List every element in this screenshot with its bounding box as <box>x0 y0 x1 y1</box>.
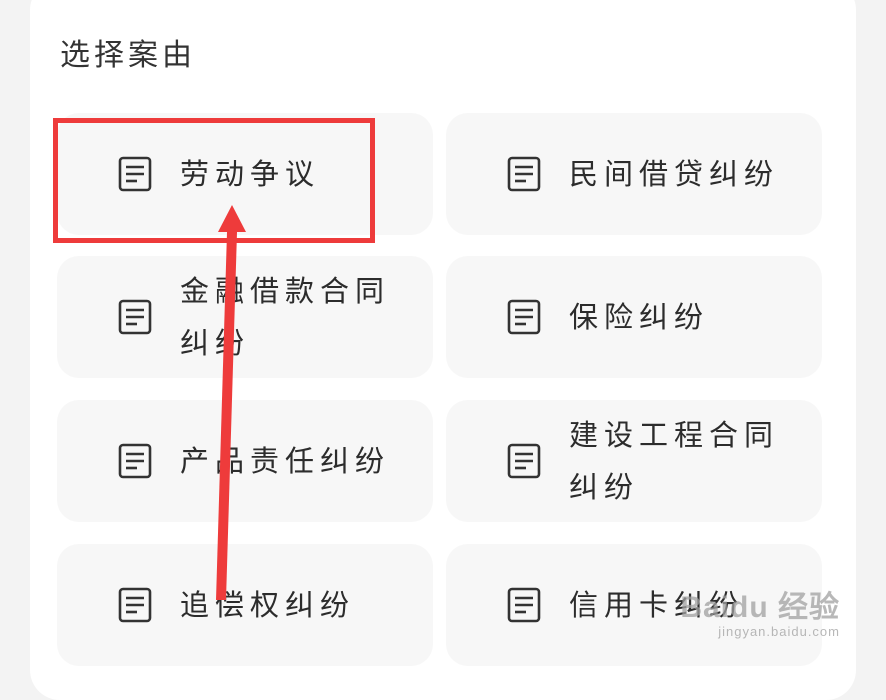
baidu-watermark: Baidu 经验 jingyan.baidu.com <box>680 582 840 639</box>
case-label: 保险纠纷 <box>569 291 779 343</box>
document-icon <box>506 587 542 623</box>
case-card-recourse[interactable]: 追偿权纠纷 <box>57 544 433 666</box>
case-label: 民间借贷纠纷 <box>569 148 779 200</box>
case-label: 产品责任纠纷 <box>180 435 390 487</box>
document-icon <box>506 443 542 479</box>
case-label: 追偿权纠纷 <box>180 579 390 631</box>
case-card-construction-contract[interactable]: 建设工程合同纠纷 <box>446 400 822 522</box>
document-icon <box>506 299 542 335</box>
watermark-main: Baidu 经验 <box>680 582 840 626</box>
case-card-private-lending[interactable]: 民间借贷纠纷 <box>446 113 822 235</box>
document-icon <box>506 156 542 192</box>
document-icon <box>117 443 153 479</box>
section-title: 选择案由 <box>60 30 196 74</box>
case-card-labor-dispute[interactable]: 劳动争议 <box>57 113 433 235</box>
case-label: 金融借款合同纠纷 <box>180 265 390 369</box>
document-icon <box>117 299 153 335</box>
case-label: 劳动争议 <box>180 148 390 200</box>
case-card-product-liability[interactable]: 产品责任纠纷 <box>57 400 433 522</box>
watermark-sub: jingyan.baidu.com <box>680 624 840 639</box>
document-icon <box>117 156 153 192</box>
case-card-financial-loan[interactable]: 金融借款合同纠纷 <box>57 256 433 378</box>
document-icon <box>117 587 153 623</box>
case-card-insurance[interactable]: 保险纠纷 <box>446 256 822 378</box>
case-label: 建设工程合同纠纷 <box>569 409 779 513</box>
